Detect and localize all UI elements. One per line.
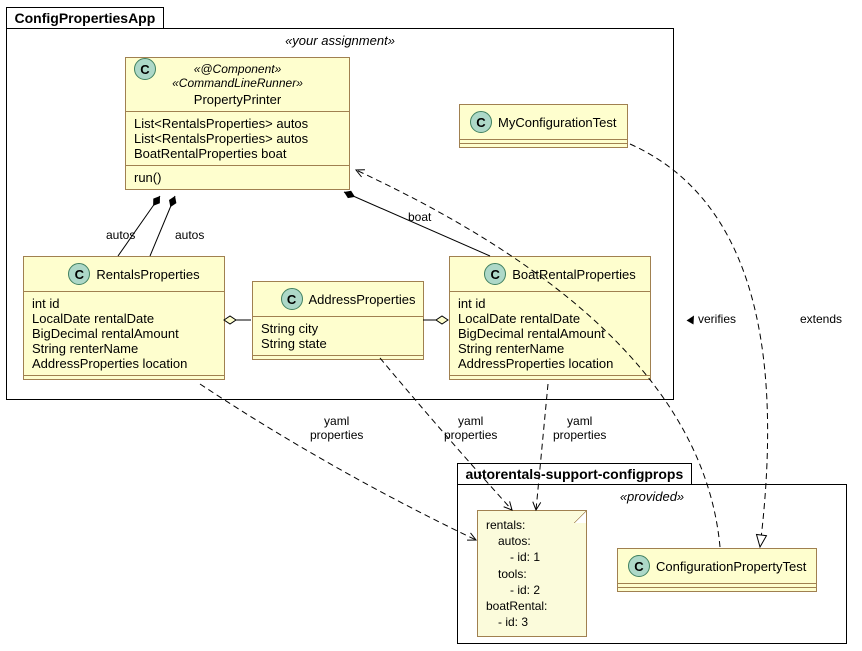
property-printer-attrs: List<RentalsProperties> autos List<Renta…: [126, 112, 349, 165]
boat-attrs: int id LocalDate rentalDate BigDecimal r…: [450, 292, 650, 375]
class-icon: C: [628, 555, 650, 577]
class-icon: C: [134, 58, 156, 80]
note-yaml: rentals: autos: - id: 1 tools: - id: 2 b…: [477, 510, 587, 637]
package-stereo-support: «provided»: [458, 485, 846, 506]
property-printer-ops: run(): [126, 166, 349, 189]
label-autos-1: autos: [106, 228, 135, 242]
class-my-configuration-test: C MyConfigurationTest: [459, 104, 628, 148]
rentals-attrs: int id LocalDate rentalDate BigDecimal r…: [24, 292, 224, 375]
package-stereo-main: «your assignment»: [7, 29, 673, 50]
label-autos-2: autos: [175, 228, 204, 242]
address-attrs: String city String state: [253, 317, 423, 355]
class-property-printer: «@Component» «CommandLineRunner» C Prope…: [125, 57, 350, 190]
class-name-myconfigtest: MyConfigurationTest: [498, 115, 617, 130]
class-name-address: AddressProperties: [309, 292, 416, 307]
class-address-properties: C AddressProperties String city String s…: [252, 281, 424, 360]
note-fold-icon: [574, 511, 586, 523]
class-icon: C: [281, 288, 303, 310]
class-configuration-property-test: C ConfigurationPropertyTest: [617, 548, 817, 592]
class-icon: C: [68, 263, 90, 285]
class-rentals-properties: C RentalsProperties int id LocalDate ren…: [23, 256, 225, 380]
class-name-configproptest: ConfigurationPropertyTest: [656, 559, 806, 574]
class-icon: C: [484, 263, 506, 285]
label-boat: boat: [408, 210, 431, 224]
class-icon: C: [470, 111, 492, 133]
class-name-rentals: RentalsProperties: [96, 267, 199, 282]
label-yaml-1: yamlproperties: [310, 414, 363, 443]
class-boat-rental-properties: C BoatRentalProperties int id LocalDate …: [449, 256, 651, 380]
class-name-boat: BoatRentalProperties: [512, 267, 636, 282]
package-tab-support: autorentals-support-configprops: [457, 463, 693, 484]
label-verifies: verifies: [698, 312, 736, 326]
label-yaml-2: yamlproperties: [444, 414, 497, 443]
package-tab-main: ConfigPropertiesApp: [6, 7, 165, 28]
label-yaml-3: yamlproperties: [553, 414, 606, 443]
class-name-property-printer: PropertyPrinter: [126, 90, 349, 111]
label-extends: extends: [800, 312, 842, 326]
